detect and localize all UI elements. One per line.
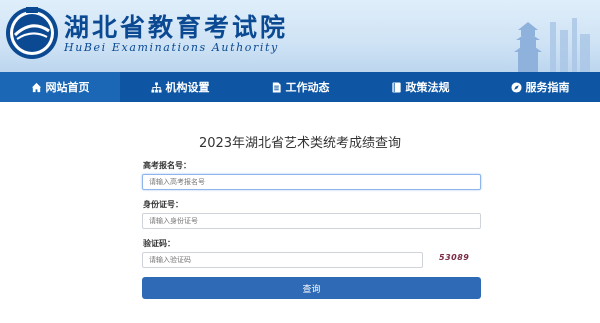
site-header: 湖北省教育考试院 HuBei Examinations Authority [0,0,600,72]
id-number-label: 身份证号： [143,200,183,209]
document-icon [272,81,281,93]
page-title: 2023年湖北省艺术类统考成绩查询 [198,136,402,151]
site-subtitle: HuBei Examinations Authority [64,41,279,54]
captcha-input[interactable] [142,252,423,268]
nav-label: 工作动态 [285,81,330,94]
home-icon [31,82,41,92]
nav-item-guide[interactable]: 服务指南 [480,72,600,102]
nav-label: 网站首页 [45,81,90,94]
nav-label: 机构设置 [165,81,210,94]
nav-item-home[interactable]: 网站首页 [0,72,120,102]
site-logo[interactable] [5,5,59,63]
org-chart-icon [150,81,162,93]
nav-item-policy[interactable]: 政策法规 [360,72,480,102]
main-nav: 网站首页 机构设置 工作动态 政策法规 服务指南 [0,72,600,102]
nav-item-organization[interactable]: 机构设置 [120,72,240,102]
captcha-label: 验证码： [143,239,175,248]
nav-label: 服务指南 [525,81,570,94]
query-button[interactable]: 查询 [142,277,481,299]
nav-label: 政策法规 [405,81,450,94]
compass-icon [510,81,522,93]
skyline-illustration [514,18,590,72]
nav-item-news[interactable]: 工作动态 [240,72,360,102]
site-title: 湖北省教育考试院 [64,13,289,42]
captcha-image[interactable]: 53089 [439,253,469,264]
exam-number-label: 高考报名号： [143,161,191,170]
id-number-input[interactable] [142,213,481,229]
book-icon [391,81,401,93]
exam-number-input[interactable] [142,174,481,190]
